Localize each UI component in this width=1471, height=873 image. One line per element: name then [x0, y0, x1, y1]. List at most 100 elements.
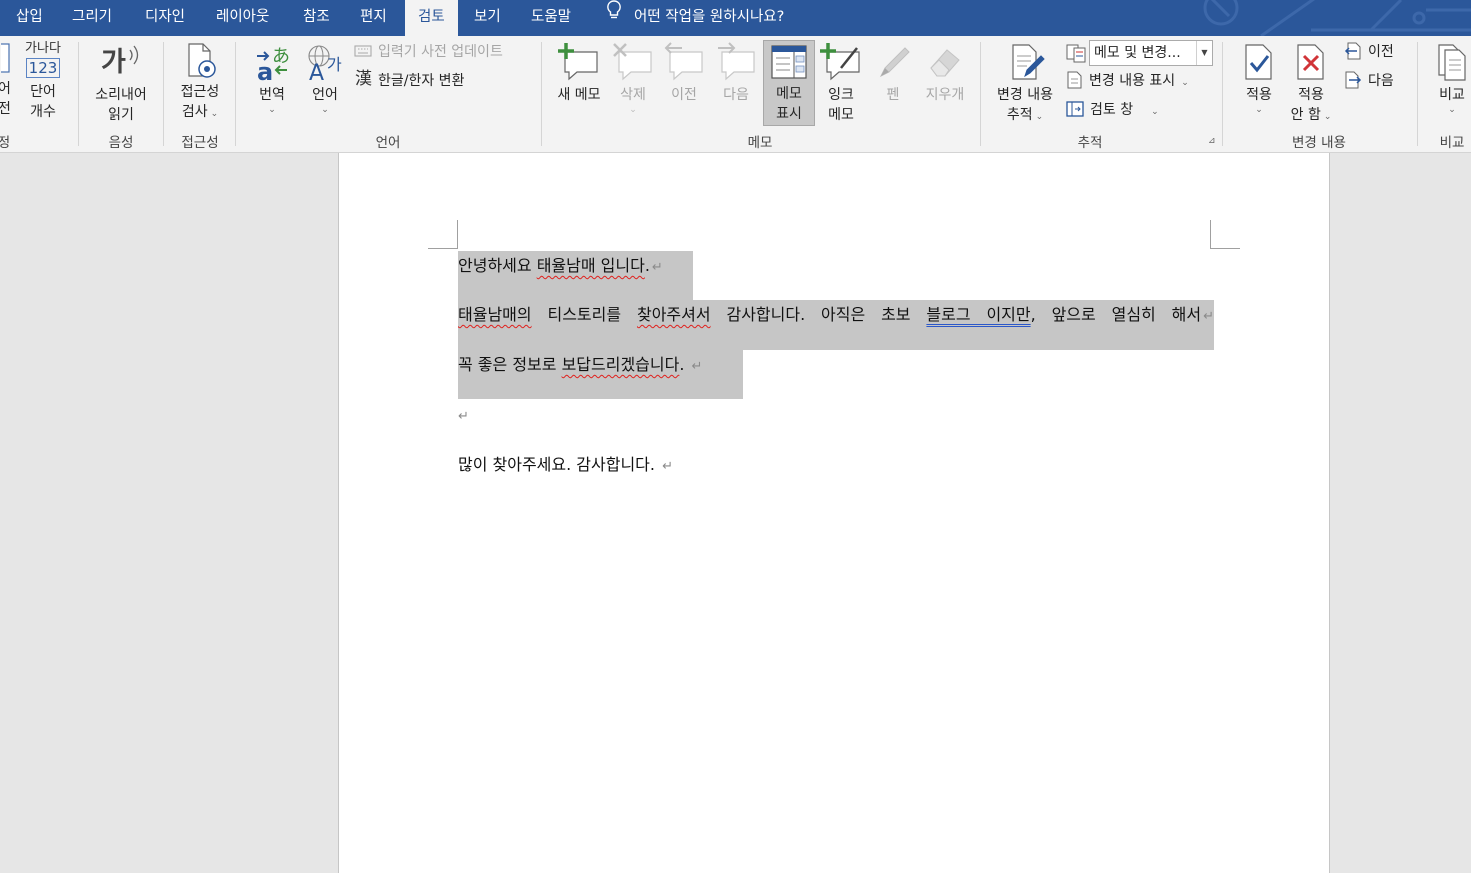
clipped-proofing-button[interactable]: 어 전 — [0, 42, 14, 119]
language-label: 언어 — [312, 87, 338, 103]
read-aloud-line1: 소리내어 — [95, 87, 147, 103]
spelling-error: 태율남매 입니다 — [536, 256, 645, 275]
document-icon — [1, 43, 10, 73]
ribbon-tab-bar: 삽입 그리기 디자인 레이아웃 참조 편지 검토 보기 도움말 어떤 작업을 원… — [0, 0, 1471, 36]
display-for-review-select[interactable]: 메모 및 변경... ▼ — [1089, 40, 1213, 66]
tab-view[interactable]: 보기 — [474, 0, 501, 36]
group-label-comments: 메모 — [747, 135, 773, 151]
document-paragraph[interactable]: 안녕하세요 태율남매 입니다. ↵ — [458, 254, 663, 280]
tab-design[interactable]: 디자인 — [145, 0, 185, 36]
margin-crop-mark-right — [1210, 220, 1240, 249]
empty-paragraph[interactable]: ↵ — [458, 403, 469, 429]
track-changes-line1: 변경 내용 — [997, 87, 1053, 103]
spelling-error: 태율남매의 — [458, 305, 532, 324]
group-label-accessibility: 접근성 — [181, 135, 219, 151]
next-comment-icon — [718, 42, 755, 81]
tab-review[interactable]: 검토 — [405, 0, 458, 36]
next-change-icon — [1345, 71, 1362, 88]
tell-me-box[interactable]: 어떤 작업을 원하시나요? — [606, 0, 784, 36]
next-change-button[interactable]: 다음 — [1344, 71, 1394, 91]
group-label-tracking: 추적 — [1077, 135, 1103, 151]
ime-dictionary-update-button[interactable]: 입력기 사전 업데이트 — [354, 42, 503, 62]
document-workspace[interactable] — [0, 153, 1471, 873]
translate-icon: a あ — [257, 46, 290, 82]
markup-display-icon — [1066, 44, 1086, 63]
ink-comment-line1: 잉크 — [828, 87, 854, 103]
margin-crop-mark-left — [428, 220, 458, 249]
track-changes-line2: 추적 ⌄ — [1006, 107, 1044, 123]
tab-draw[interactable]: 그리기 — [72, 0, 112, 36]
reject-change-line1: 적용 — [1298, 87, 1324, 103]
ink-comment-line2: 메모 — [828, 107, 854, 123]
ink-comment-icon — [820, 43, 860, 81]
spelling-error: 찾아주셔서 — [636, 305, 711, 324]
group-separator — [1417, 42, 1418, 146]
new-comment-icon — [558, 43, 598, 81]
ink-comment-button[interactable]: 잉크 메모 — [817, 42, 865, 125]
check-accessibility-button[interactable]: 접근성 검사 ⌄ — [172, 42, 228, 122]
previous-comment-icon — [664, 42, 703, 81]
language-button[interactable]: A 가 언어 ⌄ — [300, 42, 350, 115]
track-changes-button[interactable]: 변경 내용 추적 ⌄ — [990, 42, 1060, 125]
hanja-icon: 漢 — [355, 69, 372, 89]
hangul-hanja-convert-button[interactable]: 漢 한글/한자 변환 — [355, 69, 465, 91]
clipped-button-line1: 어 — [0, 79, 14, 99]
reject-icon — [1297, 44, 1324, 80]
group-label-proofing: 정 — [0, 131, 10, 151]
delete-comment-button[interactable]: 삭제 ⌄ — [610, 42, 656, 115]
word-count-line2: 개수 — [30, 104, 56, 120]
hangul-hanja-convert-label: 한글/한자 변환 — [378, 73, 465, 89]
reject-change-line2: 안 함 ⌄ — [1290, 107, 1332, 123]
grammar-error: 블로그 이지만 — [926, 305, 1031, 324]
new-comment-button[interactable]: 새 메모 — [550, 42, 608, 105]
show-comments-button[interactable]: 메모 표시 — [763, 40, 815, 126]
word-count-icon-letters: 가나다 — [25, 41, 61, 56]
translate-button[interactable]: a あ 번역 ⌄ — [246, 42, 298, 115]
svg-text:あ: あ — [272, 46, 290, 67]
paragraph-mark: ↵ — [691, 359, 703, 374]
word-count-button[interactable]: 가나다 123 단어 개수 — [20, 42, 66, 122]
group-label-changes: 변경 내용 — [1292, 135, 1346, 151]
new-comment-label: 새 메모 — [557, 87, 601, 103]
chevron-down-icon: ⌄ — [629, 105, 637, 115]
accept-change-button[interactable]: 적용 ⌄ — [1236, 42, 1282, 115]
show-markup-button[interactable]: 변경 내용 표시 ⌄ — [1066, 71, 1189, 91]
previous-change-button[interactable]: 이전 — [1344, 42, 1394, 62]
paragraph-mark: ↵ — [458, 409, 469, 424]
reviewing-pane-button[interactable]: 검토 창 ⌄ — [1066, 100, 1159, 120]
check-accessibility-line1: 접근성 — [180, 84, 220, 100]
delete-comment-icon — [613, 43, 652, 81]
dialog-launcher-icon[interactable]: ⊿ — [1208, 136, 1216, 146]
eraser-button[interactable]: 지우개 — [917, 42, 973, 105]
word-count-icon-numbers: 123 — [25, 58, 61, 78]
document-paragraph[interactable]: 꼭 좋은 정보로 보답드리겠습니다. ↵ — [458, 353, 702, 379]
chevron-down-icon: ⌄ — [1448, 105, 1456, 115]
reject-change-button[interactable]: 적용 안 함 ⌄ — [1285, 42, 1337, 125]
show-markup-icon — [1067, 71, 1082, 88]
chevron-down-icon: ⌄ — [321, 105, 329, 115]
accept-icon — [1245, 44, 1272, 80]
pen-button[interactable]: 펜 — [872, 42, 914, 105]
language-icon: A 가 — [308, 45, 342, 82]
tab-insert[interactable]: 삽입 — [16, 0, 43, 36]
tab-references[interactable]: 참조 — [303, 0, 330, 36]
paragraph-mark: ↵ — [651, 260, 663, 275]
accessibility-check-icon — [188, 43, 216, 78]
previous-comment-button[interactable]: 이전 — [661, 42, 707, 105]
next-comment-button[interactable]: 다음 — [713, 42, 759, 105]
document-paragraph[interactable]: 많이 찾아주세요. 감사합니다. ↵ — [458, 453, 673, 479]
group-separator — [163, 42, 164, 146]
pen-label: 펜 — [886, 87, 900, 103]
tell-me-text: 어떤 작업을 원하시나요? — [634, 9, 785, 25]
group-separator — [980, 42, 981, 146]
keyboard-icon — [354, 44, 372, 57]
tab-help[interactable]: 도움말 — [531, 0, 571, 36]
document-paragraph[interactable]: 태율남매의 티스토리를 찾아주셔서 감사합니다. 아직은 초보 블로그 이지만,… — [458, 303, 1214, 329]
review-ribbon: 어 전 정 가나다 123 단어 개수 가 소리내어 읽기 음성 접근성 검사⌄… — [0, 36, 1471, 153]
read-aloud-button[interactable]: 가 소리내어 읽기 — [88, 42, 154, 125]
tab-layout[interactable]: 레이아웃 — [216, 0, 269, 36]
show-comments-line2: 표시 — [776, 106, 802, 122]
tab-mailings[interactable]: 편지 — [360, 0, 387, 36]
compare-button[interactable]: 비교 ⌄ — [1430, 42, 1471, 115]
chevron-down-icon: ⌄ — [268, 105, 276, 115]
